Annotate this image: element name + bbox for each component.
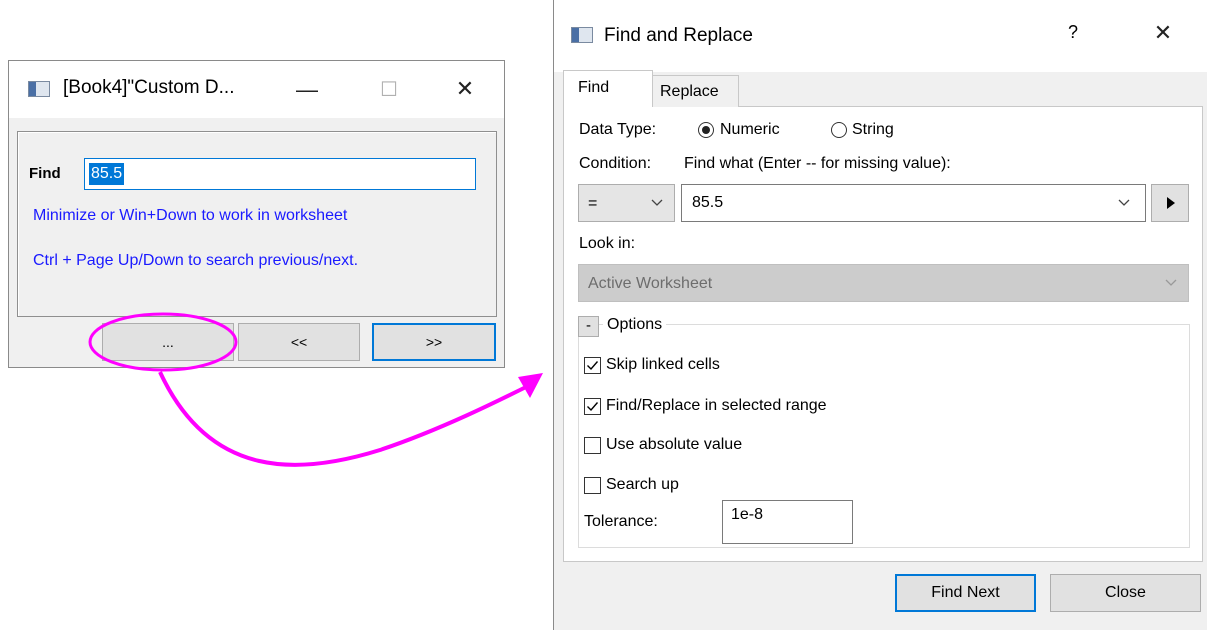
annotation-arrow-line: [158, 371, 531, 467]
highlight-ellipse: [88, 312, 238, 372]
annotation-arrow-head: [518, 373, 543, 398]
tab-find[interactable]: Find: [563, 70, 653, 107]
